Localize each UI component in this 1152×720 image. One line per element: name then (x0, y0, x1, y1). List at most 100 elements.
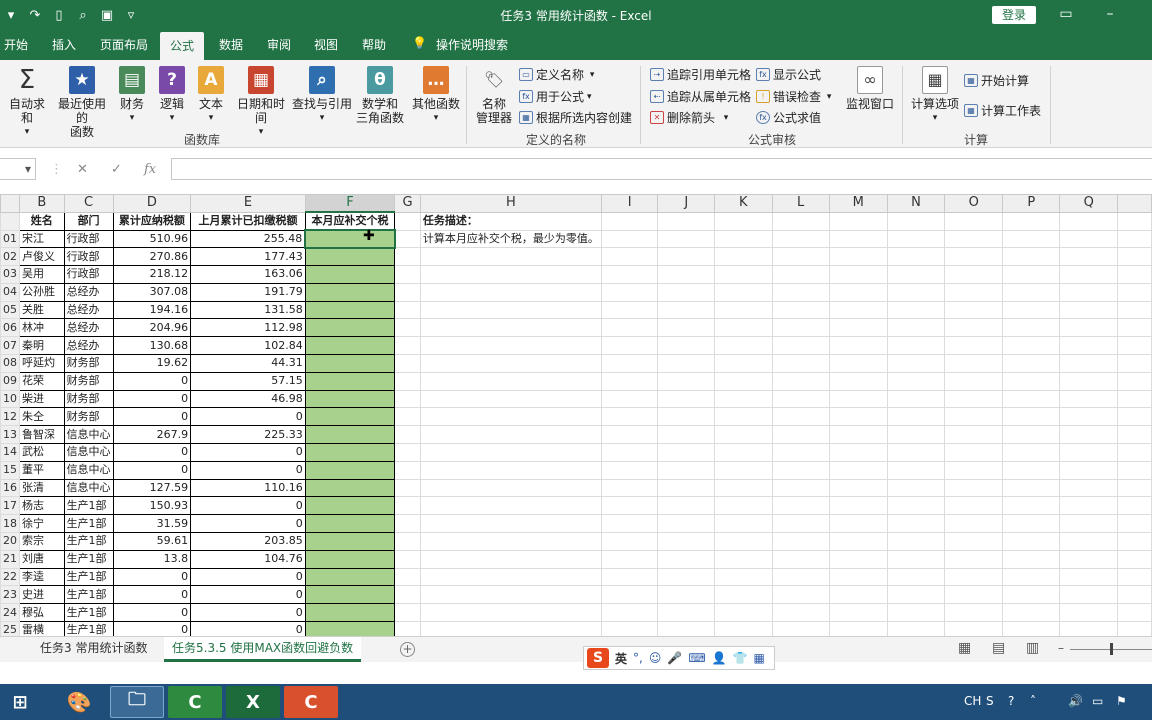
tax-withheld-cell[interactable]: 191.79 (190, 282, 306, 302)
cell[interactable] (771, 478, 830, 498)
more-functions-button[interactable]: … 其他函数 ▾ (412, 64, 460, 125)
cell[interactable] (944, 371, 1004, 391)
cell[interactable] (394, 514, 421, 534)
keyboard-icon[interactable]: ⌨ (688, 651, 705, 665)
cell[interactable] (771, 336, 830, 356)
result-cell[interactable] (304, 585, 396, 605)
save-icon[interactable]: ▣ (96, 6, 118, 24)
define-name-button[interactable]: ▭ 定义名称 ▾ (519, 66, 594, 83)
cell[interactable] (1117, 300, 1152, 320)
date-time-button[interactable]: ▦ 日期和时间 ▾ (232, 64, 290, 139)
cell[interactable] (886, 460, 946, 480)
cell[interactable] (419, 478, 602, 498)
cell[interactable] (1117, 354, 1152, 373)
cell[interactable] (1117, 460, 1152, 480)
cell[interactable] (714, 282, 773, 302)
tax-withheld-cell[interactable]: 57.15 (190, 371, 306, 391)
cell[interactable] (1002, 603, 1061, 623)
cell[interactable] (828, 318, 888, 338)
column-header[interactable] (0, 194, 20, 213)
cell[interactable] (657, 621, 716, 636)
cell[interactable] (419, 318, 602, 338)
cell[interactable] (1059, 336, 1119, 356)
dept-cell[interactable]: 生产1部 (63, 514, 114, 534)
cell[interactable] (657, 336, 716, 356)
name-cell[interactable]: 徐宁 (19, 514, 65, 534)
cell[interactable] (944, 460, 1004, 480)
redo-icon[interactable]: ↷ (24, 6, 46, 24)
row-header[interactable]: 17 (0, 496, 20, 516)
cell[interactable] (419, 265, 602, 284)
cell[interactable] (600, 282, 659, 302)
cell[interactable] (944, 496, 1004, 516)
ime-lang-label[interactable]: 英 (615, 650, 627, 667)
column-header[interactable]: O (944, 194, 1004, 213)
cell[interactable] (394, 354, 421, 373)
result-cell[interactable] (304, 336, 396, 356)
result-cell[interactable] (304, 496, 396, 516)
cell[interactable] (1002, 354, 1061, 373)
result-cell[interactable] (304, 549, 396, 569)
cell[interactable] (657, 567, 716, 587)
dept-cell[interactable]: 财务部 (63, 354, 114, 373)
row-header[interactable]: 07 (0, 336, 20, 356)
tax-withheld-cell[interactable]: 44.31 (190, 354, 306, 373)
cell[interactable] (828, 389, 888, 409)
cell[interactable] (1117, 371, 1152, 391)
cell[interactable] (1117, 567, 1152, 587)
undo-dropdown-icon[interactable]: ▾ (0, 6, 22, 24)
tax-payable-cell[interactable]: 307.08 (112, 282, 192, 302)
cell[interactable] (394, 478, 421, 498)
column-header[interactable] (1117, 194, 1152, 213)
row-header[interactable] (0, 211, 20, 231)
cell[interactable] (1002, 478, 1061, 498)
dept-cell[interactable]: 生产1部 (63, 603, 114, 623)
cell[interactable] (771, 532, 830, 551)
cell[interactable] (828, 425, 888, 445)
cell[interactable] (828, 265, 888, 284)
cell[interactable] (1059, 478, 1119, 498)
cell[interactable] (657, 496, 716, 516)
sheet-tab-task3[interactable]: 任务3 常用统计函数 (32, 637, 155, 662)
cell[interactable] (944, 478, 1004, 498)
create-from-selection-button[interactable]: ▦ 根据所选内容创建 (519, 109, 632, 126)
column-header[interactable]: B (19, 194, 65, 213)
help-tray-icon[interactable]: ? (1008, 694, 1014, 708)
cell[interactable] (394, 425, 421, 445)
tax-payable-cell[interactable]: 204.96 (112, 318, 192, 338)
cell[interactable] (600, 371, 659, 391)
column-header[interactable]: M (828, 194, 888, 213)
result-cell[interactable] (304, 389, 396, 409)
cell[interactable] (1117, 318, 1152, 338)
cell[interactable] (1059, 282, 1119, 302)
task-description[interactable]: 计算本月应补交个税，最少为零值。 (419, 229, 602, 249)
cell[interactable] (600, 265, 659, 284)
cell[interactable] (944, 532, 1004, 551)
result-cell[interactable] (304, 532, 396, 551)
cell[interactable] (1059, 318, 1119, 338)
cell[interactable] (714, 389, 773, 409)
name-cell[interactable]: 卢俊义 (19, 247, 65, 267)
cell[interactable] (657, 229, 716, 249)
column-header[interactable]: F (304, 194, 396, 213)
calculate-now-button[interactable]: ▦ 开始计算 (964, 72, 1029, 89)
cell[interactable] (394, 247, 421, 267)
tab-home[interactable]: 开始 (4, 36, 28, 53)
cell[interactable] (886, 265, 946, 284)
microphone-icon[interactable]: 🎤 (667, 651, 682, 665)
cell[interactable] (600, 460, 659, 480)
tab-help[interactable]: 帮助 (362, 36, 386, 53)
cell[interactable] (944, 300, 1004, 320)
cell[interactable] (944, 514, 1004, 534)
cell[interactable] (1002, 407, 1061, 427)
cell[interactable] (600, 496, 659, 516)
cell[interactable] (886, 532, 946, 551)
tray-expand-icon[interactable]: ˄ (1030, 694, 1036, 708)
tab-data[interactable]: 数据 (219, 36, 243, 53)
cell[interactable] (657, 211, 716, 231)
column-header[interactable]: P (1002, 194, 1061, 213)
dept-cell[interactable]: 生产1部 (63, 532, 114, 551)
cell[interactable] (1117, 211, 1152, 231)
cell[interactable] (944, 389, 1004, 409)
cell[interactable] (1117, 585, 1152, 605)
